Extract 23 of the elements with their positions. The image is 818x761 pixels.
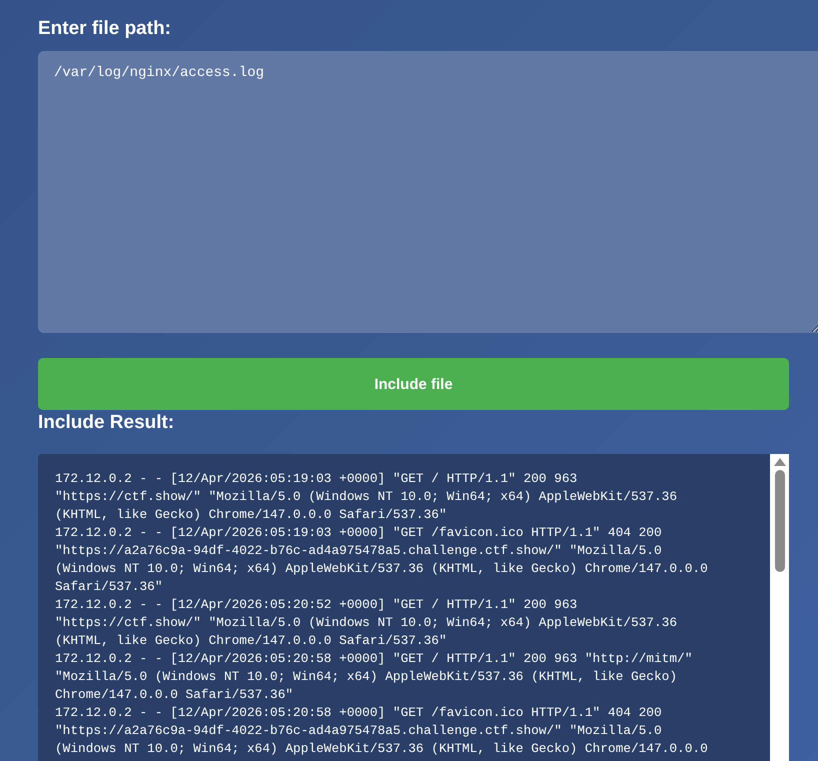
- log-line: 172.12.0.2 - - [12/Apr/2026:05:20:58 +0000] "GET /favicon.ico HTTP/1.1" 404 200: [55, 704, 663, 722]
- result-heading: Include Result:: [38, 411, 176, 435]
- log-line: 172.12.0.2 - - [12/Apr/2026:05:19:03 +0000] "GET /favicon.ico HTTP/1.1" 404 200: [55, 524, 663, 542]
- log-line: Safari/537.36": [55, 578, 164, 596]
- log-line: "Mozilla/5.0 (Windows NT 10.0; Win64; x64) AppleWebKit/537.36 (KHTML, like Gecko): [55, 668, 678, 686]
- log-line: (Windows NT 10.0; Win64; x64) AppleWebKit/537.36 (KHTML, like Gecko) Chrome/147.0.0.0: [55, 740, 709, 758]
- path-input-field[interactable]: /var/log/nginx/access.log: [38, 51, 818, 333]
- log-line: (KHTML, like Gecko) Chrome/147.0.0.0 Safari/537.36": [55, 506, 448, 524]
- scrollbar-thumb[interactable]: [774, 470, 784, 572]
- scroll-up-icon[interactable]: [774, 458, 786, 466]
- log-line: "https://ctf.show/" "Mozilla/5.0 (Windows NT 10.0; Win64; x64) AppleWebKit/537.36: [55, 614, 678, 632]
- log-line: "https://a2a76c9a-94df-4022-b76c-ad4a975478a5.challenge.ctf.show/" "Mozilla/5.0: [55, 722, 663, 740]
- log-line: 172.12.0.2 - - [12/Apr/2026:05:19:03 +0000] "GET / HTTP/1.1" 200 963: [55, 470, 578, 488]
- path-heading: Enter file path:: [38, 17, 172, 41]
- include-file-button[interactable]: Include file: [38, 358, 789, 410]
- scrollbar[interactable]: [770, 454, 789, 761]
- log-line: Chrome/147.0.0.0 Safari/537.36": [55, 686, 294, 704]
- log-line: 172.12.0.2 - - [12/Apr/2026:05:20:52 +0000] "GET / HTTP/1.1" 200 963: [55, 596, 578, 614]
- log-line: (KHTML, like Gecko) Chrome/147.0.0.0 Safari/537.36": [55, 632, 448, 650]
- log-line: "https://ctf.show/" "Mozilla/5.0 (Windows NT 10.0; Win64; x64) AppleWebKit/537.36: [55, 488, 678, 506]
- log-line: 172.12.0.2 - - [12/Apr/2026:05:20:58 +0000] "GET / HTTP/1.1" 200 963 "http://mitm/": [55, 650, 694, 668]
- log-line: (Windows NT 10.0; Win64; x64) AppleWebKit/537.36 (KHTML, like Gecko) Chrome/147.0.0.0: [55, 560, 709, 578]
- log-line: "https://a2a76c9a-94df-4022-b76c-ad4a975478a5.challenge.ctf.show/" "Mozilla/5.0: [55, 542, 663, 560]
